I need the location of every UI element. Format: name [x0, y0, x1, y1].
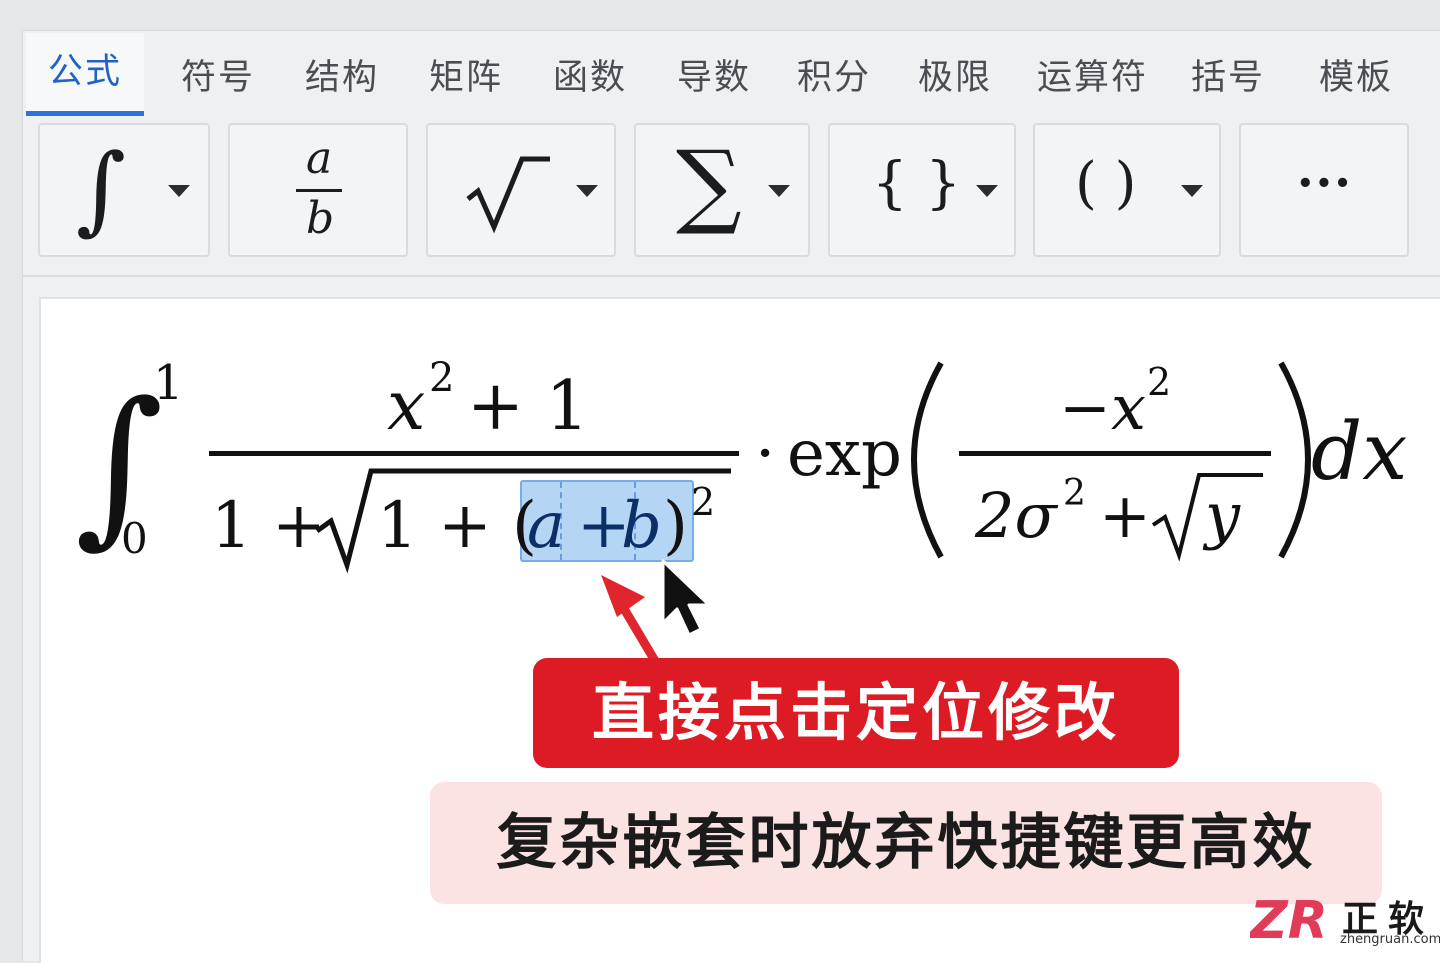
- differential: dx: [1311, 405, 1407, 498]
- parentheses-icon: ( ): [1075, 151, 1137, 216]
- selected-term-a[interactable]: a: [527, 489, 565, 563]
- parentheses-dropdown-button[interactable]: ( ): [1033, 123, 1221, 257]
- primary-callout: 直接点击定位修改: [533, 658, 1179, 768]
- numerator-variable: x: [387, 367, 425, 446]
- numerator-rest: + 1: [467, 367, 589, 446]
- braces-dropdown-button[interactable]: { }: [828, 123, 1016, 257]
- secondary-callout: 复杂嵌套时放弃快捷键更高效: [430, 782, 1382, 904]
- integral-lower-limit: 0: [121, 514, 148, 563]
- tab-matrix[interactable]: 矩阵: [429, 49, 503, 107]
- tab-structure[interactable]: 结构: [305, 49, 379, 107]
- big-left-paren: [911, 361, 944, 559]
- integral-sign: ∫: [75, 366, 164, 564]
- more-button[interactable]: •••: [1239, 123, 1409, 257]
- selected-term-b[interactable]: b: [621, 489, 662, 563]
- tab-derivative[interactable]: 导数: [677, 49, 751, 107]
- chevron-down-icon: [576, 185, 598, 197]
- tab-template[interactable]: 模板: [1319, 49, 1393, 107]
- integral-icon: ∫: [76, 133, 127, 245]
- denominator-exponent: 2: [691, 480, 715, 524]
- main-fraction-bar: [209, 451, 739, 456]
- multiply-dot: ·: [755, 417, 775, 491]
- inner-numerator: −x: [1059, 371, 1146, 444]
- svg-text:ZR: ZR: [1250, 891, 1328, 946]
- fraction-denominator: b: [306, 193, 335, 244]
- tab-integral[interactable]: 积分: [797, 49, 871, 107]
- chevron-down-icon: [976, 185, 998, 197]
- tab-operator[interactable]: 运算符: [1037, 49, 1148, 107]
- sum-dropdown-button[interactable]: ∑: [634, 123, 810, 257]
- close-paren: ): [663, 489, 688, 563]
- more-icon: •••: [1297, 169, 1353, 199]
- zr-logo-icon: ZR: [1250, 891, 1328, 946]
- category-tab-bar: 公式 符号 结构 矩阵 函数 导数 积分 极限 运算符 括号 模板: [23, 31, 1440, 116]
- toolbar-divider: [23, 275, 1440, 277]
- tab-bracket[interactable]: 括号: [1191, 49, 1265, 107]
- fraction-bar-icon: [296, 189, 342, 192]
- fraction-button[interactable]: a b: [228, 123, 408, 257]
- integral-dropdown-button[interactable]: ∫: [38, 123, 210, 257]
- chevron-down-icon: [768, 185, 790, 197]
- sum-icon: ∑: [676, 131, 742, 238]
- insert-toolbar: ∫ a b ∑ { } ( ) •••: [23, 115, 1440, 275]
- fraction-numerator: a: [306, 133, 333, 184]
- tab-function[interactable]: 函数: [553, 49, 627, 107]
- function-name: exp: [787, 417, 902, 491]
- watermark-en: zhengruan.com: [1340, 932, 1440, 947]
- inner-denominator-plus: +: [1099, 479, 1151, 552]
- inner-denominator-exponent: 2: [1063, 473, 1086, 514]
- chevron-down-icon: [1181, 185, 1203, 197]
- tab-limit[interactable]: 极限: [918, 49, 992, 107]
- big-right-paren: [1278, 361, 1311, 559]
- radical-icon: [466, 156, 550, 234]
- inner-radicand: y: [1202, 479, 1241, 552]
- inner-numerator-exponent: 2: [1147, 360, 1171, 404]
- numerator-exponent: 2: [429, 355, 454, 401]
- radical-dropdown-button[interactable]: [426, 123, 616, 257]
- watermark-logo: ZR 正软 zhengruan.com: [1250, 888, 1440, 948]
- integral-upper-limit: 1: [153, 355, 184, 411]
- mouse-cursor-icon: [661, 559, 711, 637]
- tab-formula[interactable]: 公式: [26, 33, 145, 116]
- annotation-arrow-icon: [601, 575, 666, 676]
- braces-icon: { }: [872, 151, 962, 216]
- formula-display: ∫ 1 0 x 2 + 1 1 + 1 + ( a + b ) 2 · exp …: [75, 355, 1407, 676]
- chevron-down-icon: [168, 185, 190, 197]
- inner-denominator-sigma: 2σ: [974, 479, 1058, 552]
- inner-fraction-bar: [959, 451, 1271, 456]
- tab-symbol[interactable]: 符号: [181, 49, 255, 107]
- radicand-prefix: 1 + (: [377, 489, 537, 563]
